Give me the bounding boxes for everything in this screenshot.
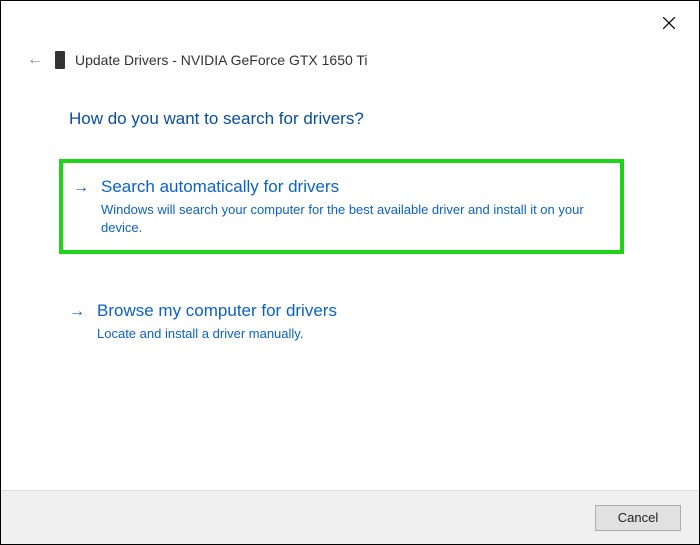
cancel-button[interactable]: Cancel [595,505,681,531]
option-browse-computer[interactable]: → Browse my computer for drivers Locate … [59,287,624,357]
arrow-right-icon: → [69,303,85,321]
close-icon [663,17,675,29]
close-button[interactable] [657,11,681,35]
option-description: Windows will search your computer for th… [101,201,604,236]
option-description: Locate and install a driver manually. [97,325,608,343]
dialog-footer: Cancel [1,490,699,544]
option-title: Search automatically for drivers [101,177,604,197]
option-search-automatically[interactable]: → Search automatically for drivers Windo… [59,159,624,254]
device-icon [55,51,65,69]
arrow-right-icon: → [73,179,89,197]
dialog-title: Update Drivers - NVIDIA GeForce GTX 1650… [75,52,368,68]
page-heading: How do you want to search for drivers? [69,109,364,129]
dialog-header: ← Update Drivers - NVIDIA GeForce GTX 16… [25,51,368,69]
back-button[interactable]: ← [25,51,45,69]
option-title: Browse my computer for drivers [97,301,608,321]
